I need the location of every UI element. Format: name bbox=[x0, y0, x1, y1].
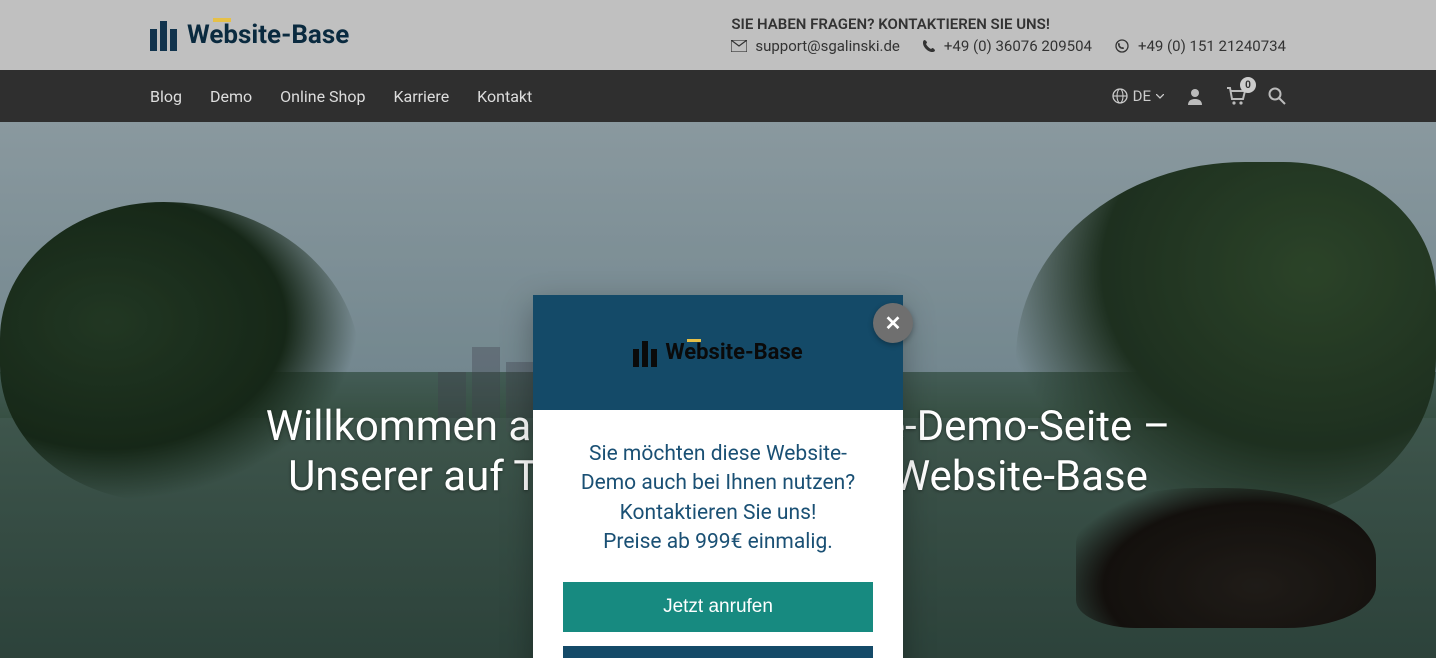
envelope-icon bbox=[731, 40, 747, 52]
modal-logo: Website-Base bbox=[633, 339, 802, 367]
modal-header: Website-Base ✕ bbox=[533, 295, 903, 410]
nav-item-demo[interactable]: Demo bbox=[210, 87, 252, 106]
whatsapp-icon bbox=[1114, 39, 1130, 53]
main-nav: Blog Demo Online Shop Karriere Kontakt D… bbox=[0, 70, 1436, 122]
nav-item-kontakt[interactable]: Kontakt bbox=[477, 87, 532, 106]
modal-body: Sie möchten diese Website-Demo auch bei … bbox=[533, 410, 903, 658]
logo-bars-icon bbox=[633, 339, 657, 367]
modal-close-button[interactable]: ✕ bbox=[873, 303, 913, 343]
logo-bars-icon bbox=[150, 19, 177, 51]
site-logo[interactable]: Website-Base bbox=[150, 19, 349, 51]
search-button[interactable] bbox=[1268, 87, 1286, 105]
search-icon bbox=[1268, 87, 1286, 105]
cart-count-badge: 0 bbox=[1240, 77, 1256, 93]
logo-text: Website-Base bbox=[187, 20, 349, 50]
account-button[interactable] bbox=[1186, 87, 1204, 105]
nav-item-blog[interactable]: Blog bbox=[150, 87, 182, 106]
cart-button[interactable]: 0 bbox=[1226, 87, 1246, 105]
contact-mobile[interactable]: +49 (0) 151 21240734 bbox=[1114, 37, 1286, 55]
chevron-down-icon bbox=[1156, 94, 1164, 99]
contact-title: SIE HABEN FRAGEN? KONTAKTIEREN SIE UNS! bbox=[731, 15, 1286, 33]
call-now-button[interactable]: Jetzt anrufen bbox=[563, 582, 873, 632]
close-icon: ✕ bbox=[885, 311, 902, 335]
nav-item-shop[interactable]: Online Shop bbox=[280, 87, 365, 106]
language-switcher[interactable]: DE bbox=[1112, 87, 1164, 105]
globe-icon bbox=[1112, 88, 1128, 104]
contact-block: SIE HABEN FRAGEN? KONTAKTIEREN SIE UNS! … bbox=[731, 15, 1286, 55]
nav-item-karriere[interactable]: Karriere bbox=[393, 87, 449, 106]
promo-modal: Website-Base ✕ Sie möchten diese Website… bbox=[533, 295, 903, 658]
modal-text: Sie möchten diese Website-Demo auch bei … bbox=[563, 440, 873, 558]
phone-icon bbox=[922, 39, 936, 53]
contact-form-button[interactable]: Zum Kontaktformular bbox=[563, 646, 873, 658]
contact-email[interactable]: support@sgalinski.de bbox=[731, 37, 900, 55]
hero-section: Willkommen auf der Website-Base-Demo-Sei… bbox=[0, 122, 1436, 658]
top-bar: Website-Base SIE HABEN FRAGEN? KONTAKTIE… bbox=[0, 0, 1436, 70]
contact-phone[interactable]: +49 (0) 36076 209504 bbox=[922, 37, 1092, 55]
user-icon bbox=[1186, 87, 1204, 105]
